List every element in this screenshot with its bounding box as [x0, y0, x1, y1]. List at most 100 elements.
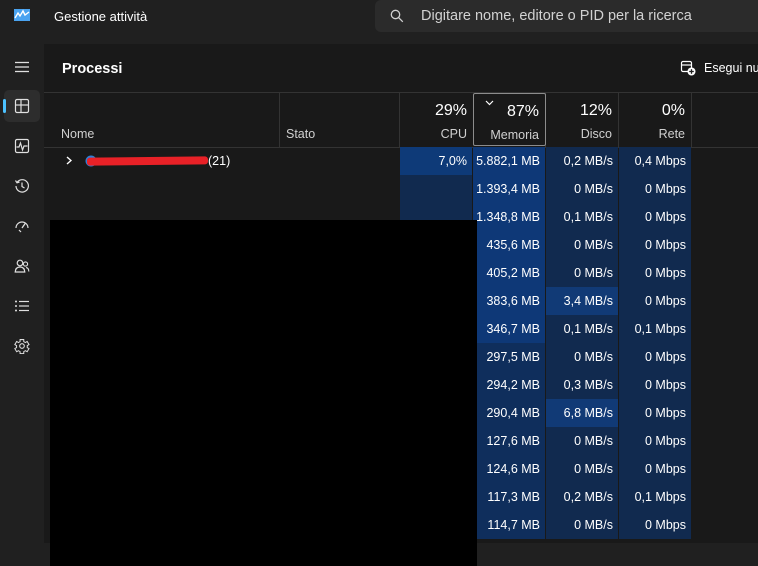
search-icon — [390, 9, 404, 23]
nav-performance[interactable] — [4, 130, 40, 162]
active-indicator — [3, 99, 6, 113]
run-new-task-button[interactable]: Esegui nuo — [680, 59, 758, 79]
memory-cell-value: 294,2 MB — [486, 378, 540, 392]
memory-cell: 290,4 MB — [473, 399, 545, 427]
network-cell: 0 Mbps — [619, 371, 691, 399]
network-cell-value: 0 Mbps — [645, 378, 686, 392]
users-icon — [14, 259, 30, 273]
network-cell-value: 0 Mbps — [645, 182, 686, 196]
cpu-total-percent: 29% — [434, 102, 467, 119]
disk-cell: 0,1 MB/s — [546, 315, 618, 343]
disk-column-label: Disco — [580, 127, 612, 141]
process-table: Nome Stato 29% CPU 87% Memoria 12% Disco… — [44, 92, 758, 566]
disk-cell-value: 0,1 MB/s — [563, 322, 613, 336]
disk-cell: 0 MB/s — [546, 511, 618, 539]
redaction-mark — [86, 156, 209, 166]
disk-cell-value: 0,1 MB/s — [563, 210, 613, 224]
details-icon — [15, 300, 29, 312]
search-box[interactable] — [375, 0, 758, 32]
network-cell-value: 0 Mbps — [645, 294, 686, 308]
run-new-task-icon — [680, 60, 696, 76]
memory-cell: 435,6 MB — [473, 231, 545, 259]
disk-cell-value: 0,2 MB/s — [563, 490, 613, 504]
network-cell: 0 Mbps — [619, 511, 691, 539]
hamburger-menu-button[interactable] — [4, 51, 40, 83]
page-title: Processi — [62, 61, 123, 77]
network-cell-value: 0 Mbps — [645, 210, 686, 224]
navigation-sidebar — [0, 44, 44, 543]
column-header-network[interactable]: 0% Rete — [619, 92, 685, 147]
network-cell-value: 0 Mbps — [645, 462, 686, 476]
disk-cell: 0 MB/s — [546, 259, 618, 287]
network-cell-value: 0 Mbps — [645, 434, 686, 448]
network-cell-value: 0,4 Mbps — [634, 154, 686, 168]
memory-cell: 405,2 MB — [473, 259, 545, 287]
column-header-status[interactable]: Stato — [286, 127, 315, 141]
expand-chevron-icon[interactable] — [66, 156, 72, 165]
memory-cell: 1.348,8 MB — [473, 203, 545, 231]
network-cell: 0,4 Mbps — [619, 147, 691, 175]
nav-users[interactable] — [4, 250, 40, 282]
disk-cell-value: 0,2 MB/s — [563, 154, 613, 168]
disk-cell-value: 3,4 MB/s — [563, 294, 613, 308]
network-cell-value: 0 Mbps — [645, 266, 686, 280]
memory-total-percent: 87% — [506, 103, 539, 120]
search-input[interactable] — [421, 6, 751, 26]
services-icon — [14, 339, 30, 354]
disk-total-percent: 12% — [579, 102, 612, 119]
memory-cell-value: 5.882,1 MB — [476, 154, 540, 168]
network-cell: 0 Mbps — [619, 427, 691, 455]
network-cell-value: 0 Mbps — [645, 350, 686, 364]
column-header-memory[interactable]: 87% Memoria — [473, 93, 546, 146]
nav-services[interactable] — [4, 330, 40, 362]
disk-cell: 0 MB/s — [546, 175, 618, 203]
column-divider — [279, 92, 280, 147]
column-header-name[interactable]: Nome — [61, 127, 94, 141]
performance-icon — [14, 138, 30, 154]
startup-apps-icon — [15, 221, 29, 233]
disk-cell-value: 0,3 MB/s — [563, 378, 613, 392]
cpu-cell: 7,0% — [400, 147, 472, 175]
column-header-cpu[interactable]: 29% CPU — [400, 92, 467, 147]
disk-cell-value: 0 MB/s — [574, 462, 613, 476]
nav-startup-apps[interactable] — [4, 210, 40, 242]
column-header-disk[interactable]: 12% Disco — [546, 92, 612, 147]
app-history-icon — [14, 179, 29, 193]
memory-cell-value: 117,3 MB — [487, 490, 540, 504]
redaction-block — [50, 220, 477, 566]
nav-app-history[interactable] — [4, 170, 40, 202]
cpu-column-label: CPU — [440, 127, 467, 141]
memory-cell-value: 124,6 MB — [486, 462, 540, 476]
network-cell: 0 Mbps — [619, 231, 691, 259]
network-cell: 0 Mbps — [619, 343, 691, 371]
nav-processes[interactable] — [3, 90, 40, 122]
app-title: Gestione attività — [54, 9, 148, 24]
memory-column-label: Memoria — [490, 128, 539, 142]
memory-cell: 383,6 MB — [473, 287, 545, 315]
memory-cell: 1.393,4 MB — [473, 175, 545, 203]
memory-cell: 127,6 MB — [473, 427, 545, 455]
cpu-cell-value: 7,0% — [438, 154, 468, 168]
table-row[interactable]: 1.393,4 MB 0 MB/s 0 Mbps — [44, 175, 758, 203]
disk-cell: 0,2 MB/s — [546, 147, 618, 175]
processes-icon — [14, 98, 30, 114]
disk-cell-value: 6,8 MB/s — [563, 406, 613, 420]
table-row[interactable]: 7,0% 5.882,1 MB 0,2 MB/s 0,4 Mbps (21) — [44, 147, 758, 175]
disk-cell-value: 0 MB/s — [574, 518, 613, 532]
network-cell: 0,1 Mbps — [619, 315, 691, 343]
hamburger-menu-icon — [15, 61, 29, 73]
memory-cell-value: 297,5 MB — [486, 350, 540, 364]
memory-cell-value: 114,7 MB — [487, 518, 540, 532]
memory-cell-value: 405,2 MB — [486, 266, 540, 280]
task-manager-app-icon — [14, 9, 30, 21]
nav-details[interactable] — [4, 290, 40, 322]
processes-panel: Processi Esegui nuo Nome Stato 29% CPU — [44, 44, 758, 566]
disk-cell: 6,8 MB/s — [546, 399, 618, 427]
disk-cell: 0,3 MB/s — [546, 371, 618, 399]
network-cell: 0 Mbps — [619, 287, 691, 315]
memory-cell-value: 383,6 MB — [486, 294, 540, 308]
network-cell-value: 0,1 Mbps — [634, 490, 686, 504]
network-cell: 0 Mbps — [619, 175, 691, 203]
memory-cell: 294,2 MB — [473, 371, 545, 399]
memory-cell: 117,3 MB — [473, 483, 545, 511]
